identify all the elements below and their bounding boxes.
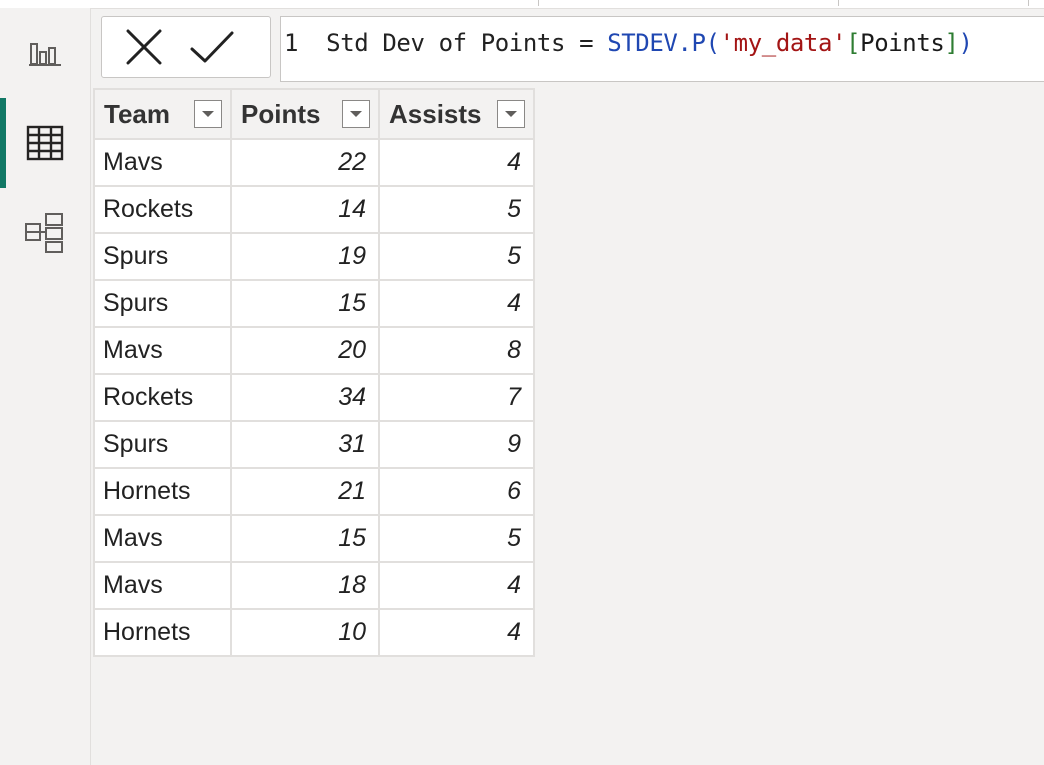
cell-assists[interactable]: 4: [378, 279, 535, 328]
cell-assists[interactable]: 4: [378, 561, 535, 610]
header-row: Team Points Assists: [93, 88, 535, 140]
top-strip: [0, 0, 1044, 9]
chevron-down-icon: [202, 111, 214, 117]
table-row: Hornets 10 4: [93, 608, 535, 657]
formula-actions: [101, 16, 271, 78]
cell-team[interactable]: Spurs: [93, 232, 232, 281]
formula-bar[interactable]: 1 Std Dev of Points = STDEV.P('my_data'[…: [280, 16, 1044, 82]
cell-assists[interactable]: 4: [378, 608, 535, 657]
commit-button[interactable]: [182, 19, 242, 75]
cell-points[interactable]: 22: [230, 138, 380, 187]
formula-editor[interactable]: 1 Std Dev of Points = STDEV.P('my_data'[…: [284, 29, 973, 57]
cell-assists[interactable]: 9: [378, 420, 535, 469]
cell-team[interactable]: Spurs: [93, 420, 232, 469]
cell-team[interactable]: Hornets: [93, 467, 232, 516]
table-body: Mavs 22 4 Rockets 14 5 Spurs 19 5 Spurs 15 4 Mavs 20 8…: [93, 138, 535, 657]
cell-points[interactable]: 21: [230, 467, 380, 516]
column-header-label: Points: [241, 98, 321, 129]
column-reference: [Points]: [846, 29, 959, 57]
column-header-team[interactable]: Team: [93, 88, 232, 140]
cell-team[interactable]: Mavs: [93, 514, 232, 563]
filter-dropdown-button[interactable]: [342, 100, 370, 128]
cell-points[interactable]: 14: [230, 185, 380, 234]
table-row: Rockets 34 7: [93, 373, 535, 422]
measure-name: Std Dev of Points: [326, 29, 566, 57]
cell-assists[interactable]: 5: [378, 185, 535, 234]
divider: [1028, 0, 1029, 6]
cell-assists[interactable]: 4: [378, 138, 535, 187]
cell-team[interactable]: Rockets: [93, 373, 232, 422]
open-paren: (: [705, 29, 720, 57]
function-name: STDEV.P: [607, 29, 706, 57]
chevron-down-icon: [350, 111, 362, 117]
table-row: Mavs 15 5: [93, 514, 535, 563]
cell-assists[interactable]: 6: [378, 467, 535, 516]
close-paren: ): [958, 29, 973, 57]
table-row: Spurs 15 4: [93, 279, 535, 328]
filter-dropdown-button[interactable]: [194, 100, 222, 128]
model-view-button[interactable]: [0, 188, 90, 278]
column-header-label: Assists: [389, 98, 482, 129]
cell-team[interactable]: Hornets: [93, 608, 232, 657]
column-header-points[interactable]: Points: [230, 88, 380, 140]
cell-assists[interactable]: 5: [378, 232, 535, 281]
cell-team[interactable]: Mavs: [93, 561, 232, 610]
data-view-button[interactable]: [0, 98, 90, 188]
column-header-label: Team: [104, 98, 170, 129]
cell-assists[interactable]: 5: [378, 514, 535, 563]
cell-points[interactable]: 20: [230, 326, 380, 375]
report-view-icon: [29, 43, 61, 66]
cell-points[interactable]: 10: [230, 608, 380, 657]
cell-points[interactable]: 15: [230, 514, 380, 563]
cell-team[interactable]: Mavs: [93, 138, 232, 187]
table-row: Hornets 21 6: [93, 467, 535, 516]
table-row: Mavs 22 4: [93, 138, 535, 187]
data-view-icon: [26, 125, 64, 161]
cell-team[interactable]: Mavs: [93, 326, 232, 375]
equals-sign: =: [579, 29, 594, 57]
table-row: Spurs 31 9: [93, 420, 535, 469]
column-header-assists[interactable]: Assists: [378, 88, 535, 140]
line-number: 1: [284, 29, 299, 57]
cell-points[interactable]: 15: [230, 279, 380, 328]
cell-points[interactable]: 31: [230, 420, 380, 469]
table-reference: 'my_data': [719, 29, 847, 57]
checkmark-icon: [190, 31, 234, 63]
divider: [838, 0, 839, 6]
cell-assists[interactable]: 8: [378, 326, 535, 375]
cell-assists[interactable]: 7: [378, 373, 535, 422]
divider: [538, 0, 539, 6]
view-switcher-rail: [0, 8, 91, 765]
cell-team[interactable]: Rockets: [93, 185, 232, 234]
report-view-button[interactable]: [0, 8, 90, 98]
model-view-icon: [25, 213, 63, 253]
chevron-down-icon: [505, 111, 517, 117]
cell-points[interactable]: 18: [230, 561, 380, 610]
data-table: Team Points Assists Mavs 22 4 Rockets 14 5 Spurs…: [93, 88, 535, 657]
table-row: Mavs 18 4: [93, 561, 535, 610]
filter-dropdown-button[interactable]: [497, 100, 525, 128]
table-row: Mavs 20 8: [93, 326, 535, 375]
cancel-button[interactable]: [114, 19, 174, 75]
table-row: Rockets 14 5: [93, 185, 535, 234]
close-icon: [126, 29, 162, 65]
table-row: Spurs 19 5: [93, 232, 535, 281]
cell-team[interactable]: Spurs: [93, 279, 232, 328]
cell-points[interactable]: 19: [230, 232, 380, 281]
cell-points[interactable]: 34: [230, 373, 380, 422]
